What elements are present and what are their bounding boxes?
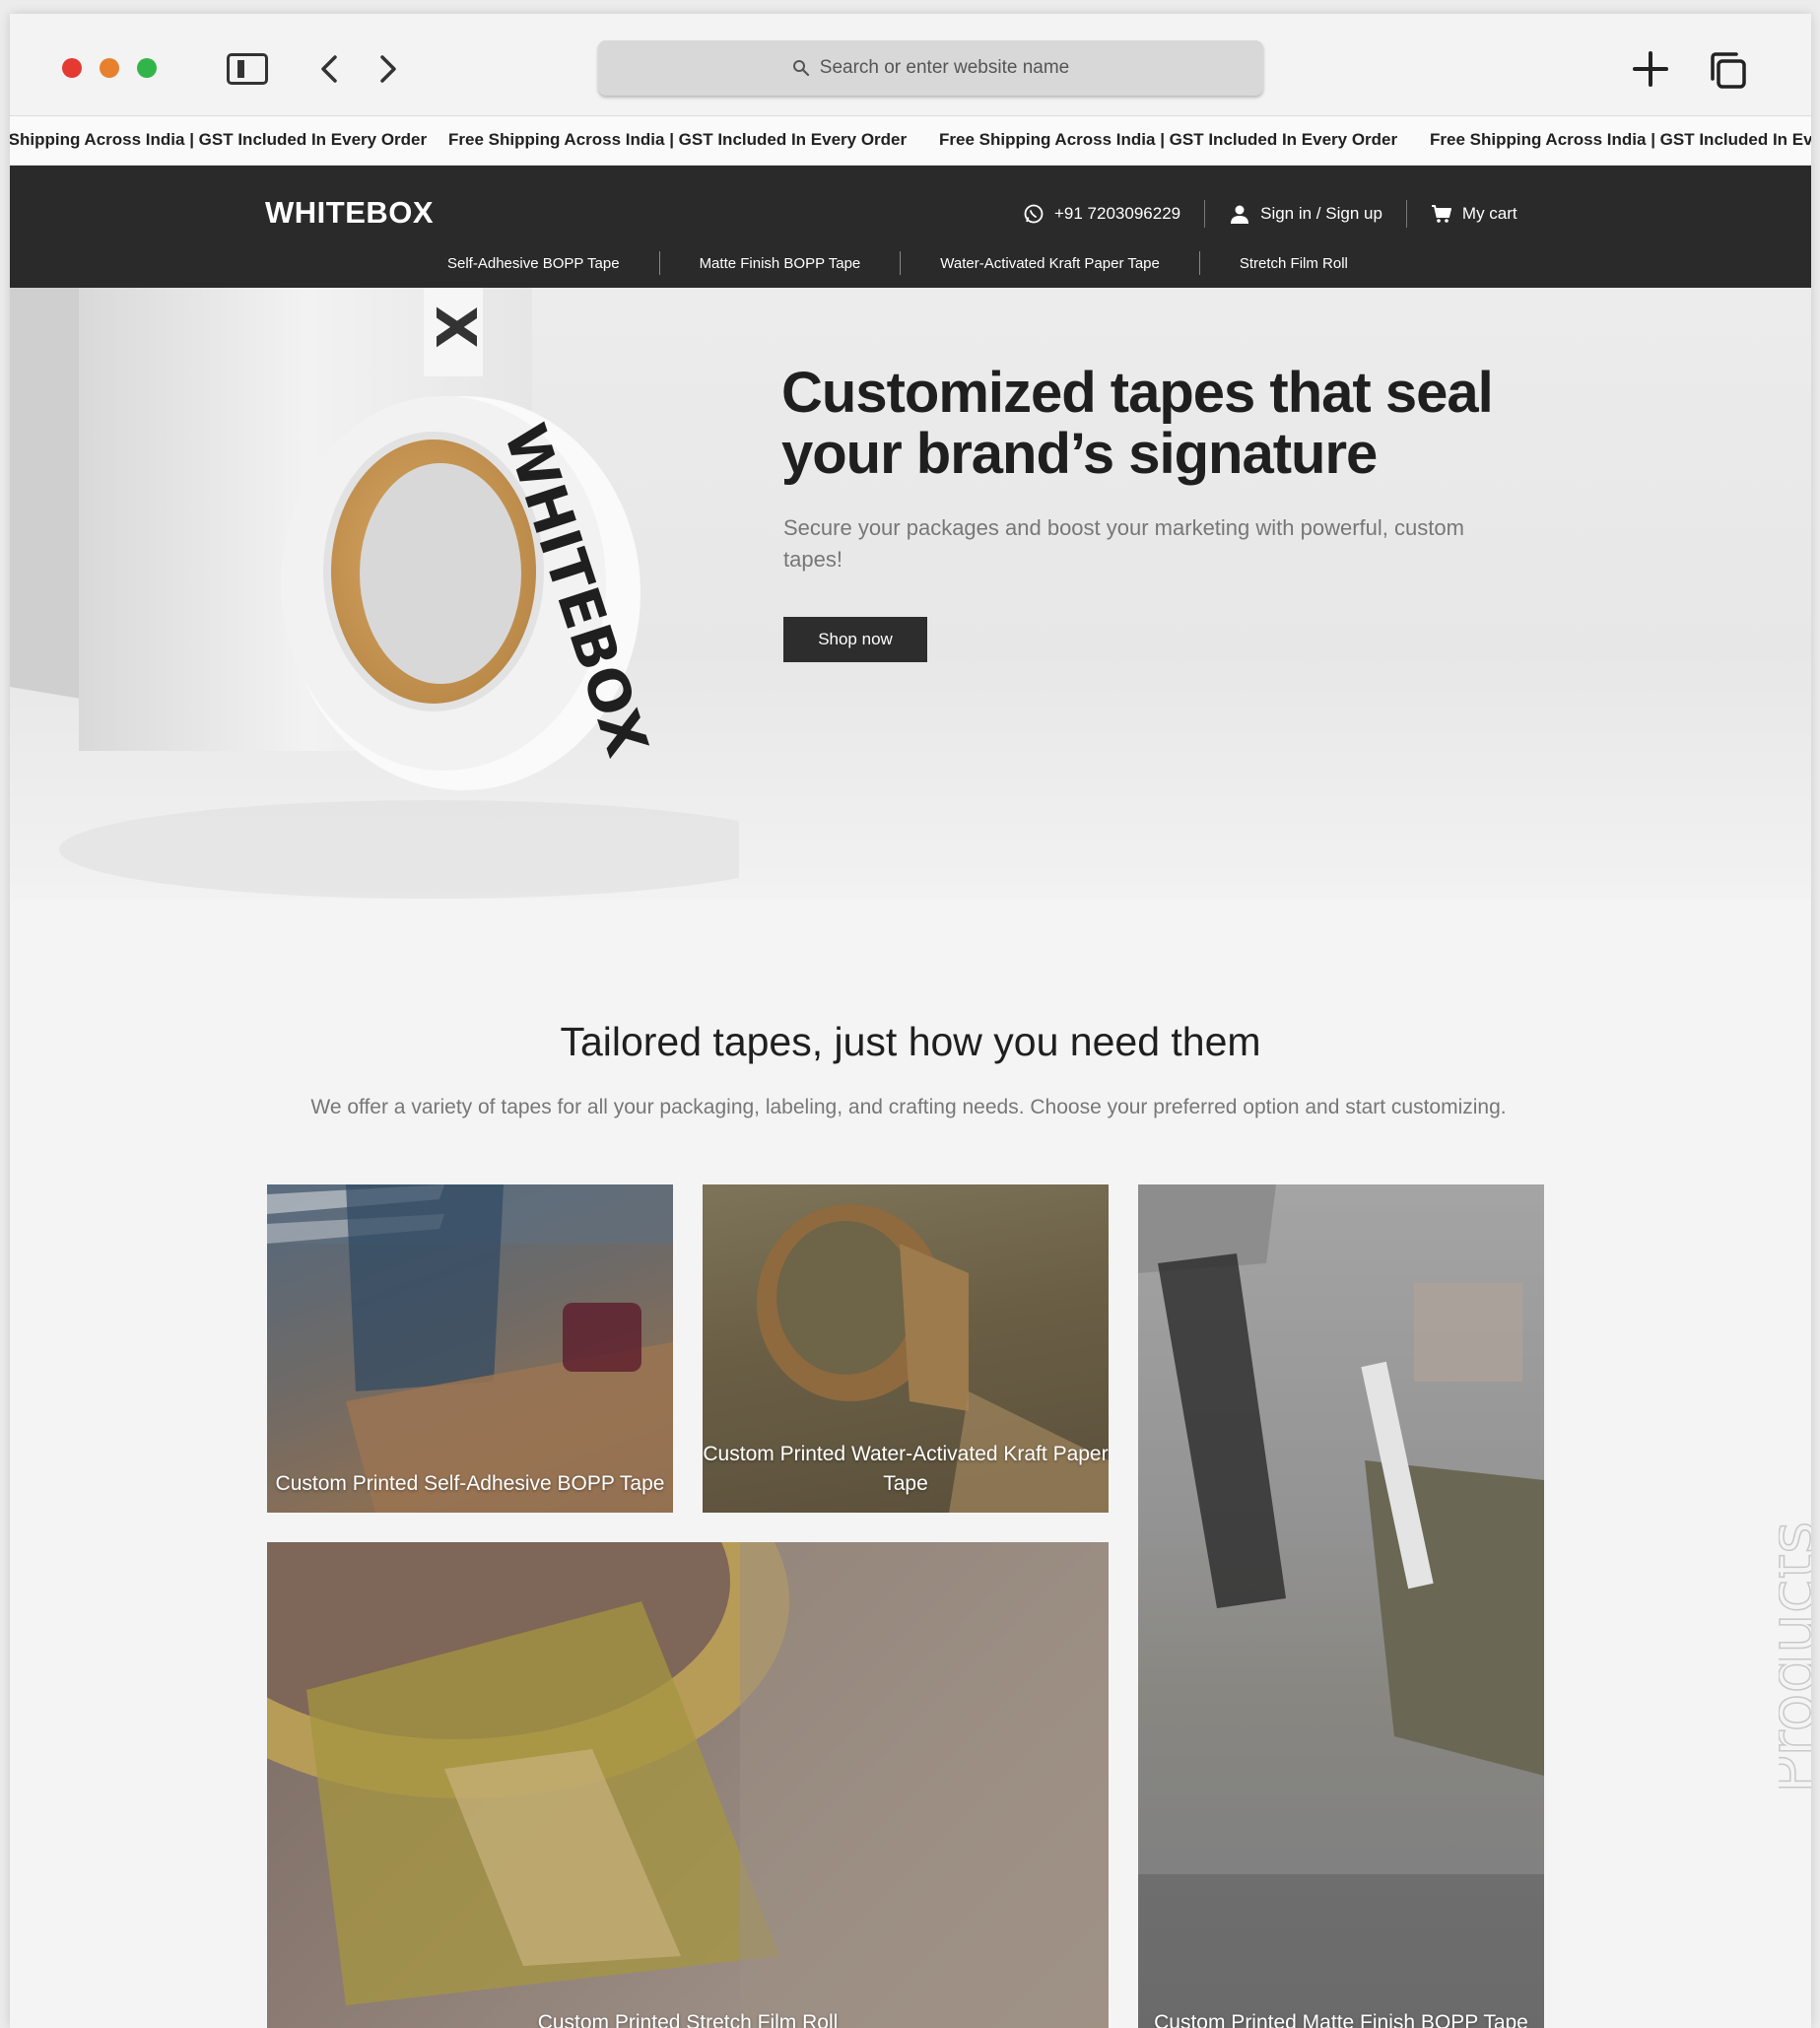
- cart-icon: [1431, 205, 1451, 223]
- hero-subtitle: Secure your packages and boost your mark…: [783, 515, 1464, 572]
- address-placeholder: Search or enter website name: [819, 57, 1070, 78]
- product-card-self-adhesive[interactable]: Custom Printed Self-Adhesive BOPP Tape: [267, 1184, 673, 1513]
- hero-title: Customized tapes that seal your brand’s …: [781, 361, 1494, 486]
- category-link-matte-finish[interactable]: Matte Finish BOPP Tape: [660, 255, 901, 272]
- category-link-self-adhesive[interactable]: Self-Adhesive BOPP Tape: [447, 255, 659, 272]
- promo-message: Free Shipping Across India | GST Include…: [1430, 130, 1811, 149]
- whatsapp-icon: [1024, 204, 1044, 224]
- header-utilities: +91 7203096229 Sign in / Sign up My cart: [1023, 199, 1517, 229]
- hero-banner: X WHITEBOX Customized tapes that seal yo…: [10, 288, 1811, 899]
- chevron-right-icon: [380, 55, 396, 83]
- category-link-stretch-film[interactable]: Stretch Film Roll: [1200, 255, 1348, 272]
- hero-tape-image: X WHITEBOX: [10, 288, 739, 899]
- product-card-kraft-paper[interactable]: Custom Printed Water-Activated Kraft Pap…: [703, 1184, 1109, 1513]
- tab-overview-button[interactable]: [1707, 49, 1748, 91]
- close-window-button[interactable]: [62, 58, 82, 78]
- product-card-stretch-film[interactable]: Custom Printed Stretch Film Roll: [267, 1542, 1109, 2028]
- category-link-kraft-paper[interactable]: Water-Activated Kraft Paper Tape: [901, 255, 1199, 272]
- new-tab-button[interactable]: [1631, 49, 1670, 89]
- side-decor-label: Products: [1779, 1521, 1811, 1793]
- matte-tape-photo: [1138, 1184, 1544, 1874]
- browser-toolbar: Search or enter website name: [10, 14, 1811, 116]
- product-card-label: Custom Printed Self-Adhesive BOPP Tape: [275, 1472, 665, 1495]
- promo-message: Free Shipping Across India | GST Include…: [939, 130, 1398, 149]
- site-logo[interactable]: WHITEBOX: [265, 195, 434, 231]
- sign-in-label: Sign in / Sign up: [1260, 204, 1382, 223]
- site-header: WHITEBOX +91 7203096229 Sign in / Sign u…: [10, 166, 1811, 288]
- sign-in-link[interactable]: Sign in / Sign up: [1205, 203, 1406, 225]
- stretch-film-photo: [267, 1542, 1109, 2028]
- shop-now-button[interactable]: Shop now: [783, 617, 927, 662]
- forward-button[interactable]: [372, 51, 402, 87]
- whatsapp-contact[interactable]: +91 7203096229: [1023, 203, 1204, 225]
- browser-window: Search or enter website name Free Shippi…: [10, 14, 1811, 2028]
- user-icon: [1231, 205, 1249, 224]
- side-decor-text: Products: [1779, 1521, 1811, 1794]
- minimize-window-button[interactable]: [100, 58, 119, 78]
- product-card-label: Custom Printed Water-Activated Kraft Pap…: [703, 1443, 1109, 1495]
- phone-number: +91 7203096229: [1054, 204, 1181, 223]
- box-print-text: X: [423, 305, 487, 348]
- chevron-left-icon: [321, 55, 337, 83]
- promo-message: Free Shipping Across India | GST Include…: [448, 130, 908, 149]
- product-card-label: Custom Printed Matte Finish BOPP Tape: [1154, 2011, 1528, 2028]
- maximize-window-button[interactable]: [137, 58, 157, 78]
- address-bar[interactable]: Search or enter website name: [598, 40, 1263, 96]
- category-nav: Self-Adhesive BOPP Tape Matte Finish BOP…: [447, 250, 1348, 276]
- product-card-matte-finish[interactable]: Custom Printed Matte Finish BOPP Tape: [1138, 1184, 1544, 2028]
- back-button[interactable]: [315, 51, 345, 87]
- cart-label: My cart: [1461, 204, 1517, 223]
- self-adhesive-tape-photo: [267, 1184, 673, 1513]
- products-subtitle: We offer a variety of tapes for all your…: [310, 1096, 1507, 1118]
- search-icon: [792, 60, 809, 77]
- promo-marquee: Free Shipping Across India | GST Include…: [10, 116, 1811, 166]
- cart-link[interactable]: My cart: [1407, 203, 1517, 225]
- sidebar-toggle-icon[interactable]: [227, 53, 268, 85]
- product-card-label: Custom Printed Stretch Film Roll: [537, 2011, 839, 2028]
- promo-message: Free Shipping Across India | GST Include…: [10, 130, 428, 149]
- products-title: Tailored tapes, just how you need them: [560, 1019, 1261, 1064]
